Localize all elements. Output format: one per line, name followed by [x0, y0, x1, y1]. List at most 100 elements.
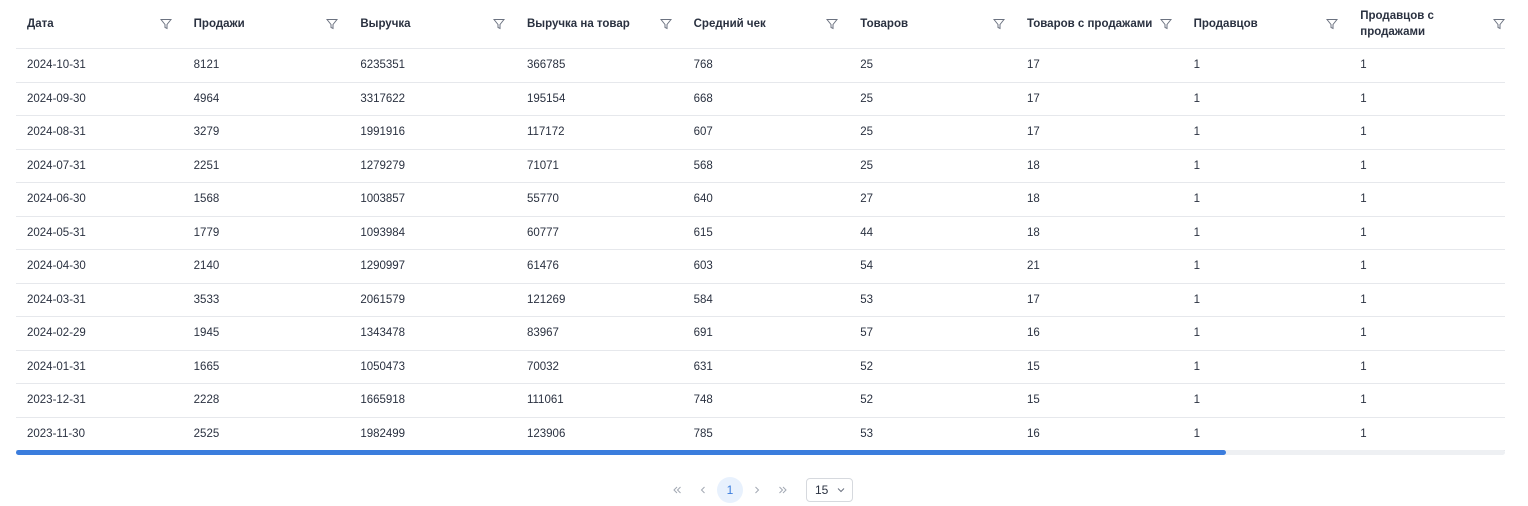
table-cell: 117172 [526, 126, 565, 139]
column-header-label: Дата [27, 18, 54, 30]
filter-icon[interactable] [325, 17, 339, 31]
filter-icon[interactable] [992, 17, 1006, 31]
column-header-revenue-per-item[interactable]: Выручка на товар [516, 0, 683, 48]
table-cell: 15 [1026, 360, 1040, 373]
table-cell: 2024-05-31 [27, 226, 86, 239]
table-cell: 1 [1360, 226, 1367, 239]
table-cell: 1 [1360, 59, 1367, 72]
table-cell: 1945 [193, 327, 220, 340]
table-row: 2023-12-31 2228 1665918 111061 748 52 15 1 1 [16, 384, 1505, 418]
table-cell: 785 [693, 427, 713, 440]
filter-icon[interactable] [659, 17, 673, 31]
column-header-sellers[interactable]: Продавцов [1183, 0, 1350, 48]
table-row: 2024-09-30 4964 3317622 195154 668 25 17 1 1 [16, 83, 1505, 116]
previous-page-button[interactable] [690, 477, 716, 503]
table-cell: 1279279 [360, 159, 406, 172]
next-page-button[interactable] [744, 477, 770, 503]
table-cell: 2023-12-31 [27, 394, 86, 407]
table-cell: 111061 [526, 394, 564, 407]
column-header-date[interactable]: Дата [16, 0, 183, 48]
table-cell: 53 [860, 427, 874, 440]
table-cell: 1 [1360, 260, 1367, 273]
table-cell: 121269 [526, 293, 566, 306]
table-cell: 2024-02-29 [27, 327, 86, 340]
column-header-average-check[interactable]: Средний чек [683, 0, 850, 48]
filter-icon[interactable] [1492, 17, 1506, 31]
table-cell: 123906 [526, 427, 566, 440]
column-header-sales[interactable]: Продажи [183, 0, 350, 48]
table-cell: 1343478 [360, 327, 406, 340]
table-cell: 568 [693, 159, 713, 172]
horizontal-scrollbar[interactable] [16, 450, 1505, 455]
table-cell: 1 [1193, 226, 1200, 239]
table-cell: 1 [1193, 394, 1200, 407]
column-header-sellers-with-sales[interactable]: Продавцов с продажами [1349, 0, 1516, 48]
column-header-items[interactable]: Товаров [849, 0, 1016, 48]
table-cell: 1568 [193, 193, 220, 206]
filter-icon[interactable] [159, 17, 173, 31]
filter-icon[interactable] [1325, 17, 1339, 31]
column-header-label: Продавцов [1193, 18, 1258, 30]
table-cell: 1093984 [360, 226, 406, 239]
filter-icon[interactable] [825, 17, 839, 31]
table-cell: 2024-03-31 [27, 293, 86, 306]
table-cell: 17 [1026, 92, 1040, 105]
table-cell: 2140 [193, 260, 220, 273]
table-cell: 1 [1360, 360, 1367, 373]
last-page-button[interactable] [770, 477, 796, 503]
filter-icon[interactable] [1159, 17, 1173, 31]
table-cell: 1 [1193, 327, 1200, 340]
table-cell: 1 [1193, 92, 1200, 105]
table-cell: 1003857 [360, 193, 406, 206]
table-cell: 27 [860, 193, 874, 206]
table-cell: 1 [1193, 260, 1200, 273]
table-row: 2024-10-31 8121 6235351 366785 768 25 17 1 1 [16, 49, 1505, 83]
table-cell: 17 [1026, 126, 1040, 139]
table-cell: 603 [693, 260, 713, 273]
page-button-current[interactable]: 1 [717, 477, 743, 503]
table-cell: 3279 [193, 126, 220, 139]
table-row: 2024-04-30 2140 1290997 61476 603 54 21 1 1 [16, 250, 1505, 284]
table-cell: 1991916 [360, 126, 406, 139]
table-cell: 195154 [526, 92, 566, 105]
column-header-label: Товаров с продажами [1026, 18, 1153, 30]
table-row: 2024-03-31 3533 2061579 121269 584 53 17 1 1 [16, 284, 1505, 317]
data-table: Дата Продажи Выручка Выручка на товар Ср… [16, 0, 1505, 451]
table-cell: 584 [693, 293, 713, 306]
table-cell: 1 [1360, 427, 1367, 440]
table-cell: 1 [1193, 126, 1200, 139]
table-cell: 15 [1026, 394, 1040, 407]
column-header-label: Средний чек [693, 18, 766, 30]
table-cell: 1 [1193, 293, 1200, 306]
table-cell: 6235351 [360, 59, 406, 72]
column-header-label: Выручка на товар [526, 18, 630, 30]
page-size-value: 15 [815, 483, 829, 497]
table-cell: 25 [860, 159, 874, 172]
table-cell: 615 [693, 226, 713, 239]
table-cell: 2525 [193, 427, 220, 440]
table-cell: 2024-04-30 [27, 260, 86, 273]
table-cell: 1 [1193, 193, 1200, 206]
table-cell: 366785 [526, 59, 566, 72]
page-size-select[interactable]: 15 [806, 478, 853, 502]
pagination: 1 15 [664, 477, 853, 503]
table-cell: 52 [860, 394, 874, 407]
table-cell: 1 [1193, 59, 1200, 72]
table-cell: 70032 [526, 360, 559, 373]
chevron-right-icon [755, 486, 760, 494]
table-cell: 54 [860, 260, 874, 273]
table-cell: 71071 [526, 159, 559, 172]
column-header-items-with-sales[interactable]: Товаров с продажами [1016, 0, 1183, 48]
table-cell: 57 [860, 327, 874, 340]
table-cell: 668 [693, 92, 713, 105]
table-cell: 8121 [193, 59, 220, 72]
table-cell: 1 [1360, 193, 1367, 206]
table-cell: 1 [1193, 427, 1200, 440]
table-cell: 21 [1026, 260, 1040, 273]
column-header-revenue[interactable]: Выручка [349, 0, 516, 48]
scrollbar-thumb[interactable] [16, 450, 1226, 455]
filter-icon[interactable] [492, 17, 506, 31]
table-cell: 44 [860, 226, 874, 239]
first-page-button[interactable] [664, 477, 690, 503]
table-cell: 1982499 [360, 427, 406, 440]
